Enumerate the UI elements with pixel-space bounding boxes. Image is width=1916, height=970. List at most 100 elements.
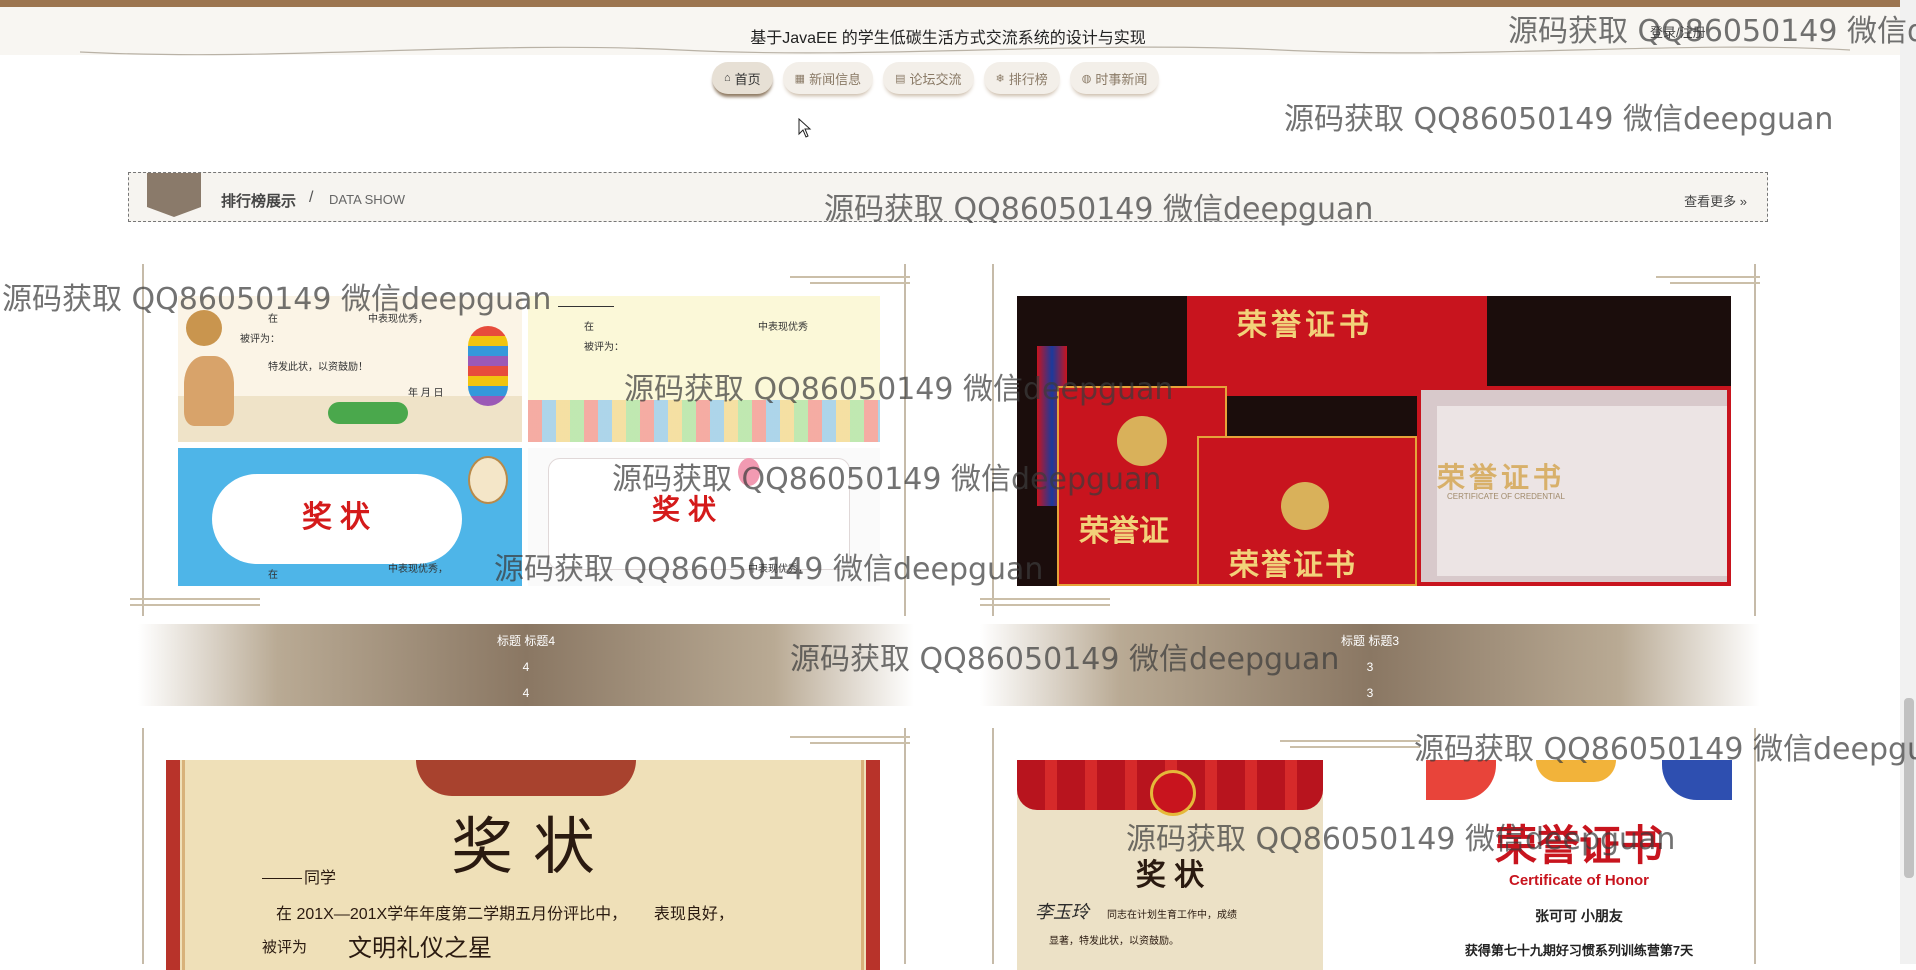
deco-line (810, 742, 910, 744)
mouse-cursor-icon (798, 118, 812, 138)
nav-item-label: 论坛交流 (909, 71, 962, 87)
login-register-link[interactable]: 登录/注册 (1650, 22, 1706, 41)
view-more-label: 查看更多 (1684, 194, 1737, 209)
nav-item-label: 首页 (734, 71, 761, 87)
ranking-card-3[interactable]: 奖 状 同学 在 201X—201X学年年度第二学期五月份评比中， 表现良好， … (130, 728, 920, 970)
collage-text: 在 (584, 322, 594, 333)
main-nav: ⌂ 首页 ▦ 新闻信息 ▤ 论坛交流 ❄ 排行榜 ◍ 时事新闻 (712, 62, 1160, 94)
card-frame-right (1754, 264, 1756, 616)
red-cert-text: 荣誉证书 (1237, 309, 1373, 342)
section-tab-decoration (147, 173, 201, 217)
collage-text: 在 (268, 570, 278, 581)
deco-line (980, 598, 1110, 600)
home-icon: ⌂ (724, 72, 731, 84)
section-slash: / (309, 189, 314, 206)
collage-text: 中表现优秀， (368, 314, 428, 325)
ranking-section-header: 排行榜展示 / DATA SHOW 查看更多 » (128, 172, 1768, 222)
deco-line (790, 736, 910, 738)
small-award-title: 奖 状 (1135, 859, 1205, 892)
collage-text: 中表现优秀， (388, 564, 448, 575)
watermark-text: 源码获取 QQ86050149 微信deepguan (1284, 102, 1834, 137)
honor-certificate-image[interactable]: 荣誉证书 Certificate of Honor 张可可 小朋友 获得第七十九… (1426, 760, 1732, 970)
card-line-1: 4 (522, 660, 530, 674)
red-cert-subtext: CERTIFICATE OF CREDENTIAL (1447, 492, 1565, 501)
card-line-2: 4 (522, 686, 530, 700)
collage-text: 被评为： (584, 342, 624, 353)
section-subtitle: DATA SHOW (329, 192, 406, 207)
view-more-link[interactable]: 查看更多 » (1684, 191, 1747, 210)
award-text: 被评为 (262, 939, 308, 956)
card-caption: 标题 标题3 3 3 (980, 624, 1760, 706)
ranking-card-2[interactable]: 荣誉证书 荣誉证书 CERTIFICATE OF CREDENTIAL 荣誉证 … (980, 264, 1760, 706)
deco-line (1656, 276, 1760, 278)
card-title: 标题 标题4 (496, 634, 555, 648)
deco-line (1670, 282, 1760, 284)
award-text: 文明礼仪之星 (348, 934, 492, 962)
collage-tile-1: 在 中表现优秀， 被评为： 特发此状，以资鼓励！ 年 月 日 (178, 296, 522, 442)
collage-title: 奖状 (652, 494, 725, 525)
nav-item-forum[interactable]: ▤ 论坛交流 (883, 62, 974, 94)
ranking-card-4[interactable]: 奖 状 李玉玲 同志在计划生育工作中，成绩 显著，特发此状，以资鼓励。 荣誉证书… (980, 728, 1760, 970)
certificate-collage-image[interactable]: 在 中表现优秀， 被评为： 特发此状，以资鼓励！ 年 月 日 在 中表现优秀 被… (178, 296, 880, 586)
globe-icon: ◍ (1081, 72, 1092, 85)
card-frame-right (904, 728, 906, 964)
collage-tile-2: 在 中表现优秀 被评为： (528, 296, 880, 442)
page-scrollbar-thumb[interactable] (1904, 698, 1914, 878)
card-frame-left (142, 264, 144, 616)
card-title: 标题 标题3 (1340, 634, 1399, 648)
red-cert-text: 荣誉证书 (1437, 462, 1566, 493)
honor-name: 张可可 小朋友 (1535, 908, 1623, 924)
collage-tile-4: 奖状 中表现优秀， (528, 448, 880, 586)
card-frame-left (992, 728, 994, 964)
deco-line (1280, 740, 1420, 742)
card-caption: 标题 标题4 4 4 (138, 624, 914, 706)
collage-text: 特发此状，以资鼓励！ (268, 362, 368, 373)
deco-line (1290, 746, 1420, 748)
forum-icon: ▤ (895, 72, 906, 85)
deco-line (130, 604, 260, 606)
collage-text: 年 月 日 (408, 388, 444, 399)
red-cert-text: 荣誉证书 (1229, 549, 1357, 582)
card-frame-right (904, 264, 906, 616)
nav-item-news[interactable]: ▦ 新闻信息 (782, 62, 874, 94)
red-cert-text: 荣誉证 (1079, 515, 1169, 548)
nav-item-label: 新闻信息 (809, 71, 862, 87)
deco-line (810, 282, 910, 284)
card-frame-right (1754, 728, 1756, 964)
nav-item-current-news[interactable]: ◍ 时事新闻 (1069, 62, 1160, 94)
small-award-signature: 李玉玲 (1035, 902, 1089, 922)
nav-item-label: 时事新闻 (1095, 71, 1148, 87)
honor-title: 荣誉证书 (1494, 822, 1663, 869)
collage-text: 中表现优秀 (758, 322, 808, 333)
award-certificate-image[interactable]: 奖 状 同学 在 201X—201X学年年度第二学期五月份评比中， 表现良好， … (166, 760, 880, 970)
nav-item-home[interactable]: ⌂ 首页 (712, 62, 773, 94)
site-title: 基于JavaEE 的学生低碳生活方式交流系统的设计与实现 (750, 30, 1146, 47)
honor-certificate-red-image[interactable]: 荣誉证书 荣誉证书 CERTIFICATE OF CREDENTIAL 荣誉证 … (1017, 296, 1731, 586)
collage-title: 奖状 (302, 501, 378, 534)
news-icon: ▦ (794, 72, 806, 85)
honor-subtitle: Certificate of Honor (1508, 872, 1649, 889)
collage-tile-3: 奖状 中表现优秀， 在 (178, 448, 522, 586)
deco-line (980, 604, 1110, 606)
small-award-image[interactable]: 奖 状 李玉玲 同志在计划生育工作中，成绩 显著，特发此状，以资鼓励。 (1017, 760, 1323, 970)
ranking-card-1[interactable]: 在 中表现优秀， 被评为： 特发此状，以资鼓励！ 年 月 日 在 中表现优秀 被… (130, 264, 920, 706)
collage-text: 中表现优秀， (748, 564, 808, 575)
award-text: 在 201X—201X学年年度第二学期五月份评比中， 表现良好， (276, 906, 734, 923)
card-frame-left (142, 728, 144, 964)
honor-text: 获得第七十九期好习惯系列训练营第7天 (1464, 943, 1694, 958)
double-chevron-right-icon: » (1739, 194, 1747, 209)
small-award-text: 同志在计划生育工作中，成绩 (1107, 910, 1237, 921)
deco-line (130, 598, 260, 600)
card-line-2: 3 (1366, 686, 1374, 700)
deco-line (790, 276, 910, 278)
top-accent-bar (0, 0, 1916, 7)
section-title: 排行榜展示 (221, 193, 297, 210)
collage-text: 在 (268, 314, 278, 325)
card-frame-left (992, 264, 994, 616)
card-line-1: 3 (1366, 660, 1374, 674)
nav-item-ranking[interactable]: ❄ 排行榜 (983, 62, 1060, 94)
award-text: 同学 (304, 870, 337, 887)
small-award-text: 显著，特发此状，以资鼓励。 (1049, 936, 1179, 947)
award-title: 奖 状 (451, 810, 595, 883)
collage-text: 被评为： (240, 334, 280, 345)
